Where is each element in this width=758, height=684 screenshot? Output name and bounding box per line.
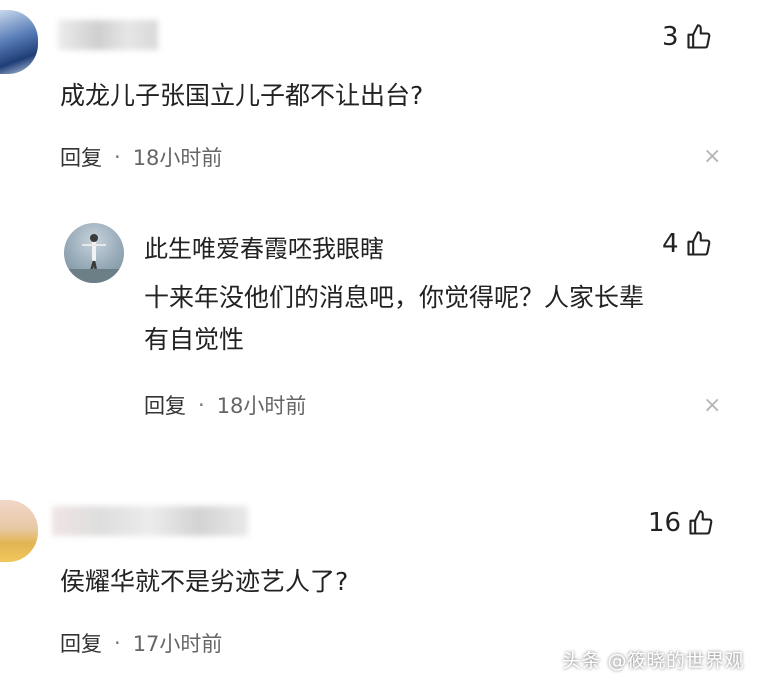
reply-avatar[interactable] bbox=[64, 223, 124, 283]
like-button[interactable]: 4 bbox=[662, 229, 713, 259]
avatar[interactable] bbox=[0, 10, 38, 74]
close-icon[interactable]: × bbox=[703, 144, 721, 169]
like-count: 4 bbox=[662, 229, 679, 259]
thumbs-up-icon bbox=[686, 24, 710, 49]
reply-button[interactable]: 回复 bbox=[60, 142, 102, 172]
thumbs-up-icon bbox=[689, 510, 713, 535]
watermark: 头条 @筱晓的世界观 bbox=[562, 650, 745, 672]
username-blurred bbox=[58, 20, 158, 50]
separator: · bbox=[114, 631, 121, 655]
like-count: 16 bbox=[648, 508, 682, 538]
timestamp: 18小时前 bbox=[132, 146, 223, 170]
reply-button[interactable]: 回复 bbox=[144, 390, 186, 420]
close-icon[interactable]: × bbox=[703, 393, 721, 418]
comment-text: 侯耀华就不是劣迹艺人了? bbox=[60, 567, 349, 596]
reply-text-line1: 十来年没他们的消息吧，你觉得呢？人家长辈 bbox=[144, 283, 645, 312]
reply-text-line2: 有自觉性 bbox=[144, 325, 245, 354]
reply-username[interactable]: 此生唯爱春霞呸我眼瞎 bbox=[144, 229, 384, 264]
comment-meta: 回复 · 17小时前 bbox=[60, 628, 222, 658]
like-button[interactable]: 3 bbox=[662, 22, 713, 52]
person-figure-icon bbox=[64, 234, 124, 283]
separator: · bbox=[114, 145, 121, 169]
reply-button[interactable]: 回复 bbox=[60, 628, 102, 658]
thumbs-up-icon bbox=[686, 231, 710, 256]
timestamp: 18小时前 bbox=[216, 394, 307, 418]
reply-meta: 回复 · 18小时前 bbox=[144, 390, 306, 420]
username-blurred bbox=[52, 506, 248, 536]
like-count: 3 bbox=[662, 22, 679, 52]
comment-text: 成龙儿子张国立儿子都不让出台? bbox=[60, 81, 424, 110]
timestamp: 17小时前 bbox=[132, 632, 223, 656]
like-button[interactable]: 16 bbox=[648, 508, 715, 538]
avatar[interactable] bbox=[0, 500, 38, 562]
comment-meta: 回复 · 18小时前 bbox=[60, 142, 222, 172]
separator: · bbox=[198, 393, 205, 417]
